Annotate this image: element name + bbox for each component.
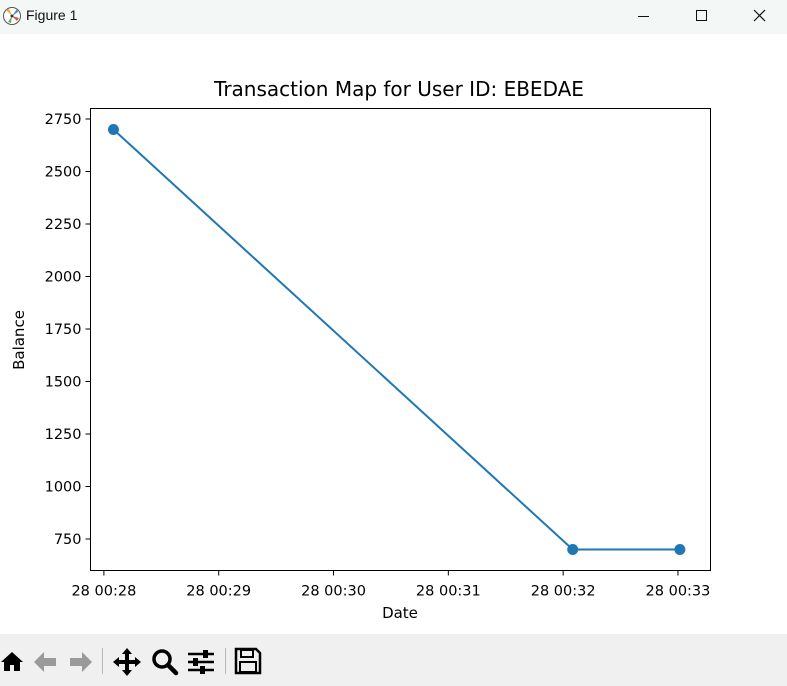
y-tick-label: 1750 [45,322,82,338]
y-tick-label: 750 [54,532,82,548]
figure-canvas[interactable]: Transaction Map for User ID: EBEDAE 750 1… [0,34,787,634]
minimize-icon [638,16,649,17]
close-button[interactable] [731,0,787,34]
home-button[interactable] [0,646,30,676]
minimize-button[interactable] [615,0,671,34]
plot-area [90,108,711,571]
x-tick-label: 28 00:30 [301,584,366,600]
toolbar-separator [102,648,103,674]
y-tick-label: 2500 [45,165,82,181]
y-tick-label: 2750 [45,112,82,128]
series-line [112,128,680,551]
zoom-button[interactable] [150,646,180,676]
x-tick-label: 28 00:28 [71,584,136,600]
back-button[interactable] [32,646,62,676]
toolbar-separator [225,648,226,674]
series-layer [107,124,686,555]
y-axis-label: Balance [10,310,28,370]
y-tick-label: 1000 [45,480,82,496]
data-point [567,544,579,555]
maximize-icon [696,10,707,21]
sliders-icon [188,650,214,674]
x-tick-label: 28 00:31 [416,584,481,600]
x-tick-label: 28 00:32 [531,584,596,600]
window-title: Figure 1 [26,7,78,23]
x-tick-label: 28 00:33 [646,584,711,600]
y-tick-label: 2000 [45,270,82,286]
x-axis: 28 00:28 28 00:29 28 00:30 28 00:31 28 00:32… [71,570,711,600]
window-titlebar: Figure 1 [0,0,787,34]
home-icon [1,652,23,671]
line-chart: Transaction Map for User ID: EBEDAE 750 1… [10,77,711,622]
chart-title: Transaction Map for User ID: EBEDAE [213,77,584,101]
save-button[interactable] [233,646,263,676]
x-axis-label: Date [382,604,418,622]
close-icon [753,9,766,22]
arrow-left-icon [34,652,56,672]
data-point [107,124,119,135]
magnifier-icon [152,649,179,676]
matplotlib-app-icon [2,6,22,26]
maximize-button[interactable] [673,0,729,34]
floppy-disk-icon [234,647,262,675]
navigation-toolbar [0,634,787,686]
y-tick-label: 2250 [45,217,82,233]
move-icon [113,648,141,676]
configure-subplots-button[interactable] [186,646,216,676]
forward-button[interactable] [64,646,94,676]
data-point [674,544,686,555]
y-axis: 750 1000 1250 1500 1750 2000 2250 2500 2750 [45,112,91,548]
y-tick-label: 1500 [45,375,82,391]
y-tick-label: 1250 [45,427,82,443]
pan-button[interactable] [112,646,142,676]
x-tick-label: 28 00:29 [186,584,251,600]
arrow-right-icon [70,652,92,672]
